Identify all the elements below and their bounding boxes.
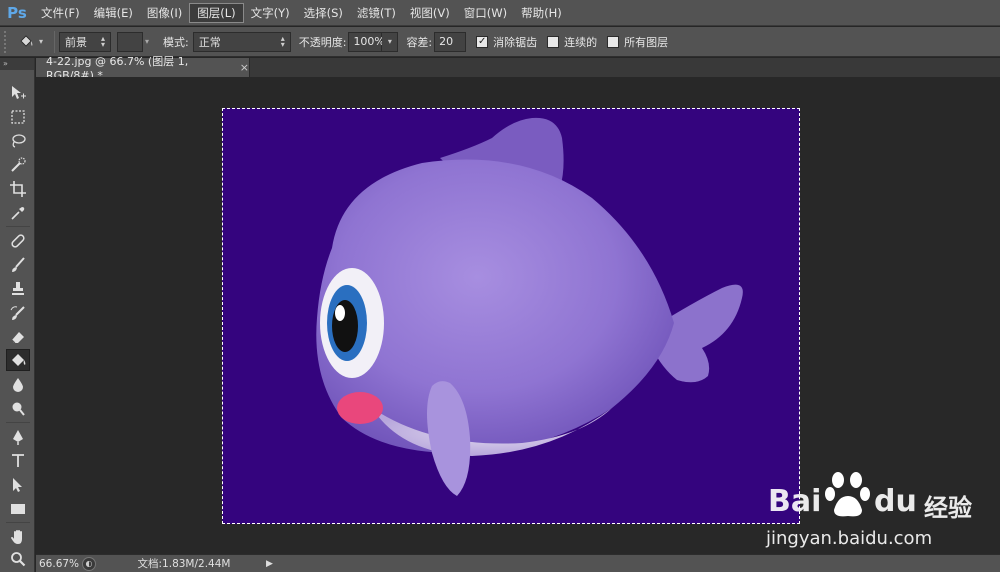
quick-selection-tool-icon[interactable] xyxy=(6,154,30,176)
move-tool-icon[interactable] xyxy=(6,82,30,104)
menu-image[interactable]: 图像(I) xyxy=(140,3,189,23)
status-menu-arrow-icon[interactable]: ▶ xyxy=(266,559,276,569)
pen-tool-icon[interactable] xyxy=(6,426,30,448)
menu-select[interactable]: 选择(S) xyxy=(297,3,350,23)
crop-tool-icon[interactable] xyxy=(6,178,30,200)
antialias-label: 消除锯齿 xyxy=(493,35,538,49)
menu-type[interactable]: 文字(Y) xyxy=(244,3,297,23)
contiguous-label: 连续的 xyxy=(564,35,598,49)
contiguous-checkbox[interactable] xyxy=(547,35,560,48)
menu-window[interactable]: 窗口(W) xyxy=(457,3,514,23)
marquee-tool-icon[interactable] xyxy=(6,106,30,128)
checkmark-icon: ✓ xyxy=(477,35,487,47)
separator xyxy=(54,30,55,53)
tolerance-input[interactable]: 20 xyxy=(434,31,467,52)
tool-separator xyxy=(6,226,30,227)
close-icon[interactable]: × xyxy=(240,61,249,74)
status-bar: 66.67% ◐ 文档:1.83M/2.44M ▶ xyxy=(36,554,1000,572)
watermark-url: jingyan.baidu.com xyxy=(766,528,933,549)
eraser-tool-icon[interactable] xyxy=(6,326,30,348)
antialias-checkbox[interactable]: ✓ xyxy=(476,35,489,48)
blend-mode-value: 正常 xyxy=(198,35,221,49)
paint-bucket-icon xyxy=(20,34,33,47)
menu-filter[interactable]: 滤镜(T) xyxy=(350,3,403,23)
menu-edit[interactable]: 编辑(E) xyxy=(87,3,140,23)
watermark-brand: Bai xyxy=(768,484,822,519)
updown-icon: ▴ ▾ xyxy=(100,33,105,49)
watermark-brand-2: du xyxy=(874,484,917,519)
menu-view[interactable]: 视图(V) xyxy=(403,3,457,23)
history-brush-tool-icon[interactable] xyxy=(6,302,30,324)
plush-fish-image xyxy=(316,117,743,496)
menu-file[interactable]: 文件(F) xyxy=(34,3,87,23)
hand-tool-icon[interactable] xyxy=(6,526,30,548)
mode-label: 模式: xyxy=(163,35,189,49)
tools-panel: » xyxy=(0,58,35,572)
document-size-info: 文档:1.83M/2.44M xyxy=(137,558,231,570)
menu-layer[interactable]: 图层(L) xyxy=(189,2,244,23)
rectangle-tool-icon[interactable] xyxy=(6,498,30,520)
document-canvas[interactable] xyxy=(222,108,800,524)
lasso-tool-icon[interactable] xyxy=(6,130,30,152)
fill-source-select[interactable]: 前景 ▴ ▾ xyxy=(59,31,111,52)
status-info-icon[interactable]: ◐ xyxy=(82,556,96,571)
eyedropper-tool-icon[interactable] xyxy=(6,202,30,224)
all-layers-label: 所有图层 xyxy=(624,35,669,49)
updown-icon: ▴ ▾ xyxy=(280,33,285,49)
opacity-input[interactable]: 100% xyxy=(348,31,385,52)
tool-preset-picker[interactable]: ▾ xyxy=(10,31,50,53)
all-layers-checkbox[interactable] xyxy=(607,35,620,48)
paint-bucket-tool-icon[interactable] xyxy=(6,349,30,371)
zoom-tool-icon[interactable] xyxy=(6,548,30,570)
document-tab-bar: 4-22.jpg @ 66.7% (图层 1, RGB/8#) * × xyxy=(36,55,1000,82)
brush-tool-icon[interactable] xyxy=(6,254,30,276)
blend-mode-select[interactable]: 正常 ▴ ▾ xyxy=(192,31,291,52)
menu-bar: Ps 文件(F) 编辑(E) 图像(I) 图层(L) 文字(Y) 选择(S) 滤… xyxy=(0,0,1000,26)
fill-source-value: 前景 xyxy=(65,35,87,49)
watermark-product: 经验 xyxy=(924,494,972,522)
type-tool-icon[interactable] xyxy=(6,450,30,472)
zoom-level[interactable]: 66.67% xyxy=(36,558,82,570)
photoshop-logo: Ps xyxy=(7,3,27,22)
dodge-tool-icon[interactable] xyxy=(6,398,30,420)
paw-logo-icon xyxy=(825,472,870,517)
opacity-label: 不透明度: xyxy=(298,35,347,49)
document-tab[interactable]: 4-22.jpg @ 66.7% (图层 1, RGB/8#) * × xyxy=(36,55,250,82)
baidu-jingyan-watermark: Bai du 经验 jingyan.baidu.com xyxy=(766,460,996,560)
menu-help[interactable]: 帮助(H) xyxy=(514,3,569,23)
tool-separator xyxy=(6,422,30,423)
blur-tool-icon[interactable] xyxy=(6,374,30,396)
opacity-dropdown-button[interactable]: ▾ xyxy=(382,31,399,52)
chevron-down-icon[interactable]: ▾ xyxy=(145,37,155,46)
tool-separator xyxy=(6,522,30,523)
pattern-picker[interactable] xyxy=(117,31,143,52)
tolerance-label: 容差: xyxy=(406,35,433,49)
clone-stamp-tool-icon[interactable] xyxy=(6,278,30,300)
healing-brush-tool-icon[interactable] xyxy=(6,230,30,252)
chevron-down-icon: ▾ xyxy=(38,37,43,46)
path-selection-tool-icon[interactable] xyxy=(6,474,30,496)
tools-panel-collapse-icon[interactable]: » xyxy=(0,58,34,70)
